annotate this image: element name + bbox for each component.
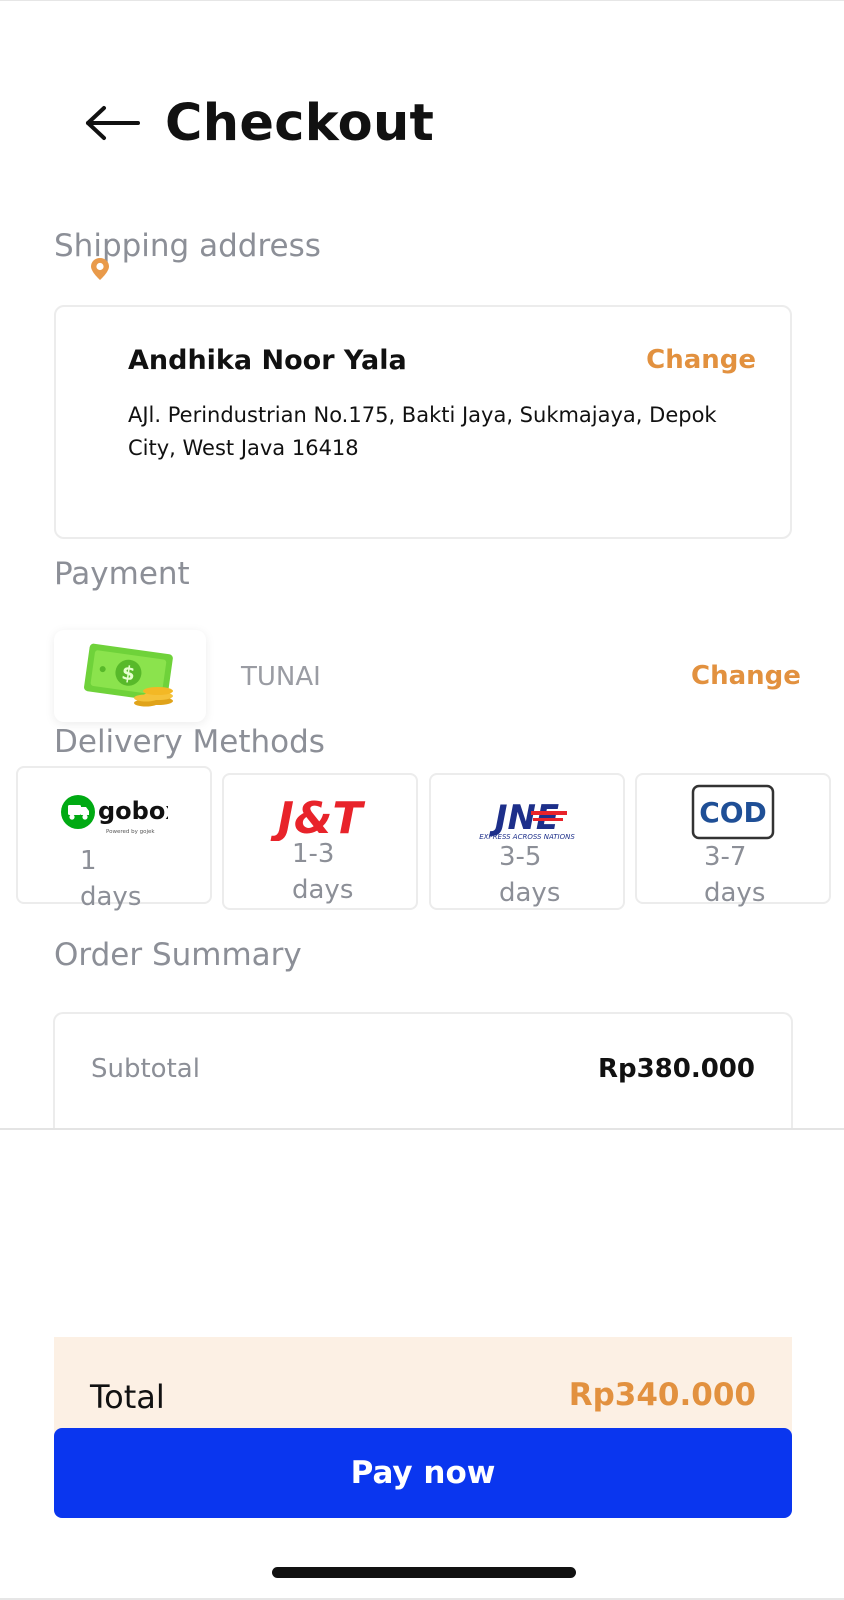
delivery-option-gobox[interactable]: gobox Powered by gojek 1 days xyxy=(16,766,212,912)
payment-section-label: Payment xyxy=(54,556,190,592)
home-indicator[interactable] xyxy=(272,1567,576,1578)
delivery-option-cod[interactable]: COD 3-7 days xyxy=(635,773,831,908)
delivery-days-number: 1 xyxy=(80,846,97,876)
total-panel: Total Rp340.000 xyxy=(54,1337,792,1437)
subtotal-label: Subtotal xyxy=(91,1054,200,1084)
delivery-days-number: 3-7 xyxy=(704,842,747,872)
page-header: Checkout xyxy=(84,88,434,158)
delivery-days-label: days xyxy=(499,878,561,908)
location-pin-icon xyxy=(90,257,110,281)
delivery-days-label: days xyxy=(292,875,354,905)
delivery-days-number: 3-5 xyxy=(499,842,542,872)
jnt-logo: J&T xyxy=(224,793,416,841)
jne-logo-subtext: EXPRESS ACROSS NATIONS xyxy=(479,833,575,841)
top-divider xyxy=(0,0,844,1)
delivery-option-jnt[interactable]: J&T 1-3 days xyxy=(222,773,418,910)
arrow-left-icon[interactable] xyxy=(84,105,142,141)
cod-logo-text: COD xyxy=(699,796,767,829)
change-payment-link[interactable]: Change xyxy=(691,661,801,691)
delivery-days-label: days xyxy=(704,878,766,908)
delivery-option-jne[interactable]: JNE EXPRESS ACROSS NATIONS 3-5 days xyxy=(429,773,625,910)
total-value: Rp340.000 xyxy=(568,1377,756,1413)
page-title: Checkout xyxy=(165,93,435,153)
pay-now-label: Pay now xyxy=(350,1455,496,1491)
delivery-days-label: days xyxy=(80,882,142,912)
order-summary-card: Subtotal Rp380.000 xyxy=(53,1012,793,1132)
jnt-logo-text: J&T xyxy=(270,793,366,841)
payment-method-label: TUNAI xyxy=(241,662,321,692)
payment-method-icon-box: $ xyxy=(54,630,206,722)
recipient-name: Andhika Noor Yala xyxy=(128,345,407,376)
shipping-address-card: Andhika Noor Yala Change AJl. Perindustr… xyxy=(54,305,792,539)
cod-logo: COD xyxy=(637,784,829,840)
change-address-link[interactable]: Change xyxy=(646,345,756,375)
delivery-days-number: 1-3 xyxy=(292,839,335,869)
jne-logo: JNE EXPRESS ACROSS NATIONS xyxy=(431,793,623,843)
shipping-address-text: AJl. Perindustrian No.175, Bakti Jaya, S… xyxy=(128,403,717,460)
subtotal-value: Rp380.000 xyxy=(597,1054,755,1084)
pay-now-button[interactable]: Pay now xyxy=(54,1428,792,1518)
total-label: Total xyxy=(90,1378,165,1416)
delivery-section-label: Delivery Methods xyxy=(54,724,325,760)
order-summary-section-label: Order Summary xyxy=(54,937,302,973)
cash-money-icon: $ xyxy=(84,643,173,707)
gobox-logo-subtext: Powered by gojek xyxy=(106,829,155,835)
gobox-logo: gobox Powered by gojek xyxy=(18,792,210,836)
gobox-logo-text: gobox xyxy=(98,797,168,825)
